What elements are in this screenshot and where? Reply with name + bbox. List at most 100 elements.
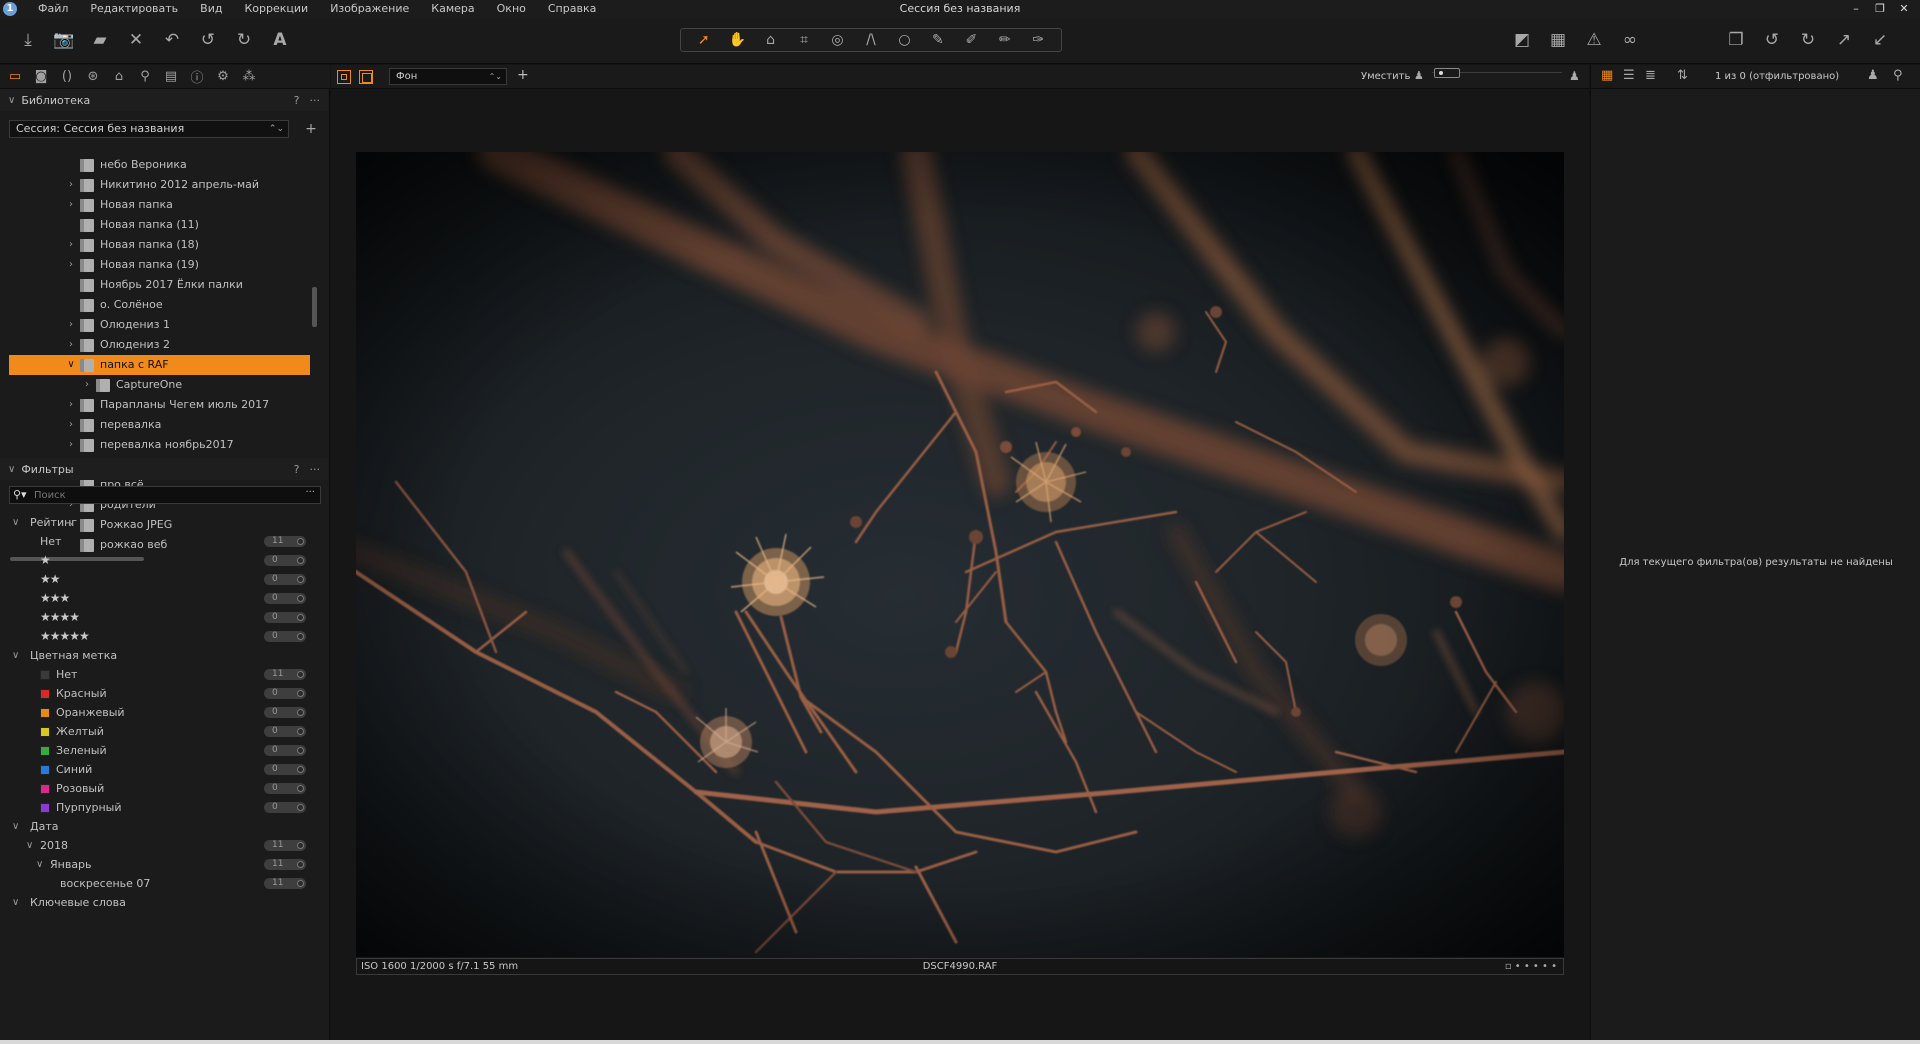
open-folder-icon[interactable]: ▰ [86, 26, 114, 54]
folder-row[interactable]: › Парапланы Чегем июль 2017 [0, 395, 312, 415]
chevron-down-icon[interactable]: ∨ [36, 855, 43, 874]
single-view-icon[interactable] [359, 70, 373, 84]
more-icon[interactable]: ··· [310, 94, 321, 107]
filter-count-toggle[interactable]: 0 [264, 707, 306, 718]
variant-select[interactable]: Фон ⌃⌄ [389, 68, 507, 85]
chevron-right-icon[interactable]: › [66, 395, 76, 415]
spot-removal-icon[interactable]: ○ [889, 29, 919, 51]
menu-item[interactable]: Файл [27, 0, 79, 18]
menu-item[interactable]: Камера [420, 0, 485, 18]
filter-row[interactable]: ★★★★ 0 [0, 608, 312, 627]
capture-tab-camera-icon[interactable]: ◙ [30, 67, 52, 87]
folder-row[interactable]: › Олюдениз 2 [0, 335, 312, 355]
menu-item[interactable]: Коррекции [233, 0, 319, 18]
filter-row[interactable]: Оранжевый 0 [0, 703, 312, 722]
filter-count-toggle[interactable]: 11 [264, 669, 306, 680]
user-icon[interactable]: ♟ [1867, 68, 1879, 83]
loupe-icon[interactable]: ⌂ [756, 29, 786, 51]
filter-row[interactable]: ∨ 2018 11 [0, 836, 312, 855]
folder-row[interactable]: Новая папка (11) [0, 215, 312, 235]
filter-row[interactable]: Зеленый 0 [0, 741, 312, 760]
filter-count-toggle[interactable]: 0 [264, 574, 306, 585]
filter-row[interactable]: Нет 11 [0, 532, 312, 551]
zoom-in-person-icon[interactable]: ♟ [1569, 69, 1580, 83]
chevron-right-icon[interactable]: › [66, 255, 76, 275]
chevron-right-icon[interactable]: › [66, 335, 76, 355]
zoom-slider-knob[interactable] [1434, 68, 1460, 78]
folder-row[interactable]: › перевалка [0, 415, 312, 435]
filter-row[interactable]: ★★ 0 [0, 570, 312, 589]
select-cursor-icon[interactable]: ➚ [689, 29, 719, 51]
details-tab-search-icon[interactable]: ⚲ [134, 67, 156, 87]
keystone-icon[interactable]: /\ [856, 29, 886, 51]
filter-row[interactable]: ★★★ 0 [0, 589, 312, 608]
folder-row[interactable]: ∨ папка с RAF [9, 355, 310, 375]
menu-item[interactable]: Изображение [319, 0, 420, 18]
filter-group-header[interactable]: ∨ Рейтинг [0, 513, 312, 532]
search-icon[interactable]: ⚲▾ [13, 488, 27, 501]
menu-item[interactable]: Редактировать [79, 0, 189, 18]
folder-row[interactable]: › Новая папка (19) [0, 255, 312, 275]
filter-row[interactable]: ★★★★★ 0 [0, 627, 312, 646]
search-icon[interactable]: ⚲ [1893, 68, 1903, 83]
library-header[interactable]: ∨ Библиотека ? ··· [0, 89, 328, 111]
filter-row[interactable]: Нет 11 [0, 665, 312, 684]
adjustments-tab-icon[interactable]: ▤ [160, 67, 182, 87]
rotate-icon[interactable]: ◎ [823, 29, 853, 51]
folder-row[interactable]: › Олюдениз 1 [0, 315, 312, 335]
close-icon[interactable]: ✕ [1892, 0, 1916, 18]
lens-tab-icon[interactable]: () [56, 67, 78, 87]
picker-icon[interactable]: ✑ [1023, 29, 1053, 51]
filter-count-toggle[interactable]: 0 [264, 631, 306, 642]
filter-count-toggle[interactable]: 11 [264, 536, 306, 547]
scrollbar-thumb[interactable] [312, 287, 317, 327]
maximize-icon[interactable]: ❐ [1868, 0, 1892, 18]
folder-row[interactable]: › CaptureOne [0, 375, 312, 395]
filters-header[interactable]: ∨ Фильтры ? ··· [0, 458, 328, 480]
grid-overlay-icon[interactable]: ▦ [1544, 26, 1572, 54]
zoom-out-person-icon[interactable]: ♟ [1414, 69, 1424, 82]
filter-row[interactable]: воскресенье 07 11 [0, 874, 312, 893]
filter-row[interactable]: Розовый 0 [0, 779, 312, 798]
filter-count-toggle[interactable]: 11 [264, 878, 306, 889]
filter-row[interactable]: ★ 0 [0, 551, 312, 570]
proof-glasses-icon[interactable]: ∞ [1616, 26, 1644, 54]
rating-dots[interactable]: • • • • • [1515, 961, 1557, 972]
metadata-tab-info-icon[interactable]: ⓘ [186, 67, 208, 87]
multi-view-icon[interactable] [337, 70, 351, 84]
filter-group-header[interactable]: ∨ Цветная метка [0, 646, 312, 665]
crop-icon[interactable]: ⌗ [789, 29, 819, 51]
chevron-down-icon[interactable]: ∨ [12, 513, 19, 532]
app-logo-icon[interactable]: 1 [3, 2, 17, 16]
collapse-icon[interactable]: ↙ [1866, 26, 1894, 54]
brush-icon[interactable]: ✎ [923, 29, 953, 51]
menu-item[interactable]: Вид [189, 0, 233, 18]
menu-item[interactable]: Справка [537, 0, 607, 18]
filter-count-toggle[interactable]: 11 [264, 859, 306, 870]
chevron-down-icon[interactable]: ∨ [12, 646, 19, 665]
chevron-down-icon[interactable]: ∨ [66, 355, 76, 375]
camera-capture-icon[interactable]: 📷 [50, 26, 78, 54]
filter-group-header[interactable]: ∨ Ключевые слова [0, 893, 312, 912]
folder-row[interactable]: › Новая папка (18) [0, 235, 312, 255]
filter-row[interactable]: Пурпурный 0 [0, 798, 312, 817]
filter-count-toggle[interactable]: 0 [264, 555, 306, 566]
undo-all-icon[interactable]: ↶ [158, 26, 186, 54]
eraser-icon[interactable]: ✐ [956, 29, 986, 51]
chevron-down-icon[interactable]: ∨ [26, 836, 33, 855]
output-tab-gear-icon[interactable]: ⚙ [212, 67, 234, 87]
photo-rating[interactable]: ▫ • • • • • [1505, 959, 1557, 974]
chevron-right-icon[interactable]: › [66, 195, 76, 215]
filter-count-toggle[interactable]: 11 [264, 840, 306, 851]
search-options-icon[interactable]: ··· [305, 487, 315, 498]
minimize-icon[interactable]: – [1844, 0, 1868, 18]
chevron-right-icon[interactable]: › [66, 435, 76, 455]
folder-row[interactable]: о. Солёное [0, 295, 312, 315]
filter-group-header[interactable]: ∨ Дата [0, 817, 312, 836]
zoom-slider[interactable] [1432, 68, 1562, 82]
folder-row[interactable]: Ноябрь 2017 Ёлки палки [0, 275, 312, 295]
filmstrip-view-icon[interactable]: ≣ [1645, 68, 1656, 83]
grid-view-icon[interactable]: ▦ [1601, 68, 1613, 83]
folder-row[interactable]: небо Вероника [0, 155, 312, 175]
gradient-mask-icon[interactable]: ✏ [990, 29, 1020, 51]
